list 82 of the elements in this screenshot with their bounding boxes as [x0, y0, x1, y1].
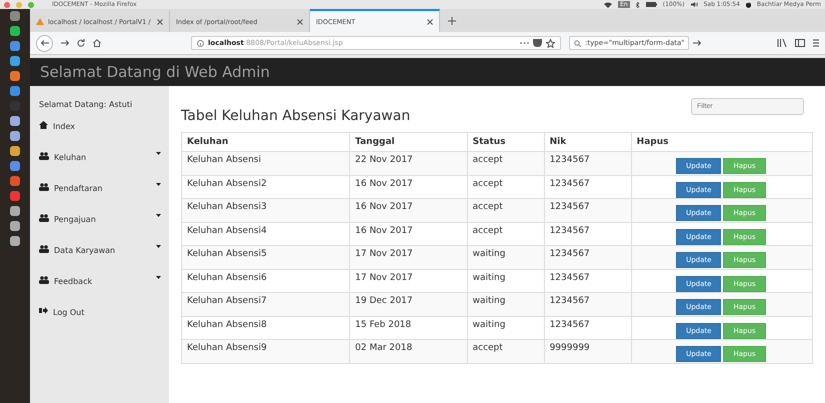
star-icon[interactable] [546, 38, 555, 48]
table-cell: accept [467, 152, 544, 175]
table-cell: accept [467, 340, 544, 363]
table-cell: accept [467, 222, 544, 246]
users-icon [39, 276, 49, 284]
home-icon[interactable] [93, 39, 101, 47]
reload-icon[interactable] [77, 39, 85, 47]
table-cell: 1234567 [544, 316, 632, 340]
table-cell: 1234567 [544, 152, 632, 175]
greeting-text: Selamat Datang: Astuti [39, 100, 134, 109]
table-cell: 16 Nov 2017 [350, 222, 468, 246]
sidebar-item[interactable]: Pengajuan [39, 214, 169, 245]
table-cell: 15 Feb 2018 [350, 316, 468, 340]
speaker-icon[interactable] [690, 2, 698, 7]
users-icon [39, 152, 49, 160]
close-icon[interactable] [297, 18, 303, 24]
table-cell: 22 Nov 2017 [350, 152, 468, 175]
left-arrow-icon [40, 40, 48, 46]
table-cell: Keluhan Absensi2 [182, 175, 350, 198]
app-header: Selamat Datang di Web Admin [30, 58, 825, 86]
back-button[interactable] [36, 34, 53, 52]
table-cell: waiting [467, 246, 544, 269]
library-icon[interactable] [777, 39, 787, 47]
sidebar-item[interactable]: Log Out [39, 307, 169, 338]
close-icon[interactable] [427, 18, 433, 24]
sidebar-item[interactable]: Keluhan [39, 152, 169, 183]
table-cell: 1234567 [544, 269, 632, 292]
table-cell: 16 Nov 2017 [350, 198, 468, 222]
table-cell: 16 Nov 2017 [350, 175, 468, 198]
forward-arrow-icon[interactable] [61, 40, 69, 46]
table-cell: accept [467, 175, 544, 198]
table-cell: 17 Nov 2017 [350, 246, 468, 269]
close-window-button[interactable] [4, 2, 10, 8]
apple-icon[interactable] [746, 2, 751, 8]
search-icon [574, 40, 581, 46]
battery-icon[interactable] [646, 2, 657, 7]
table-cell: Keluhan Absensi [182, 152, 350, 175]
users-icon [39, 183, 49, 191]
pocket-icon[interactable] [533, 39, 542, 47]
column-header: Nik [544, 132, 632, 152]
table-cell: Keluhan Absensi8 [182, 316, 350, 340]
wifi-icon[interactable] [604, 2, 612, 8]
menu-icon[interactable] [813, 39, 819, 47]
users-icon [39, 245, 49, 253]
table-cell: 1234567 [544, 198, 632, 222]
column-header: Keluhan [182, 132, 350, 152]
sidebar-item[interactable]: Index [39, 121, 169, 152]
bluetooth-icon[interactable] [636, 2, 640, 8]
table-cell: Keluhan Absensi4 [182, 222, 350, 246]
users-icon [39, 214, 49, 222]
info-icon [197, 40, 204, 46]
sidebar-item[interactable]: Pendaftaran [39, 183, 169, 214]
table-cell: 1234567 [544, 222, 632, 246]
sidebar-item[interactable]: Data Karyawan [39, 245, 169, 276]
plus-icon[interactable] [448, 16, 456, 24]
favicon-icon [36, 18, 44, 25]
table-cell: 19 Dec 2017 [350, 292, 468, 316]
table-cell: accept [467, 198, 544, 222]
right-arrow-icon[interactable] [692, 40, 701, 46]
logout-icon [39, 307, 48, 314]
table-cell: 1234567 [544, 175, 632, 198]
table-cell: Keluhan Absensi9 [182, 340, 350, 363]
table-cell: waiting [467, 316, 544, 340]
column-header: Tanggal [350, 132, 468, 152]
page-title: Tabel Keluhan Absensi Karyawan [181, 108, 410, 124]
table-cell: Keluhan Absensi5 [182, 246, 350, 269]
table-cell: waiting [467, 292, 544, 316]
column-header: Hapus [631, 132, 812, 152]
close-icon[interactable] [157, 18, 163, 24]
sidebar-icon[interactable] [795, 39, 805, 47]
table-cell: 1234567 [544, 246, 632, 269]
table-cell: waiting [467, 269, 544, 292]
table-cell: 02 Mar 2018 [350, 340, 468, 363]
table-cell: 1234567 [544, 292, 632, 316]
sidebar-item[interactable]: Feedback [39, 276, 169, 307]
table-cell: Keluhan Absensi7 [182, 292, 350, 316]
home-icon [39, 121, 48, 129]
table-cell: Keluhan Absensi3 [182, 198, 350, 222]
table-cell: 9999999 [544, 340, 632, 363]
table-cell: Keluhan Absensi6 [182, 269, 350, 292]
table-cell: 17 Nov 2017 [350, 269, 468, 292]
column-header: Status [467, 132, 544, 152]
